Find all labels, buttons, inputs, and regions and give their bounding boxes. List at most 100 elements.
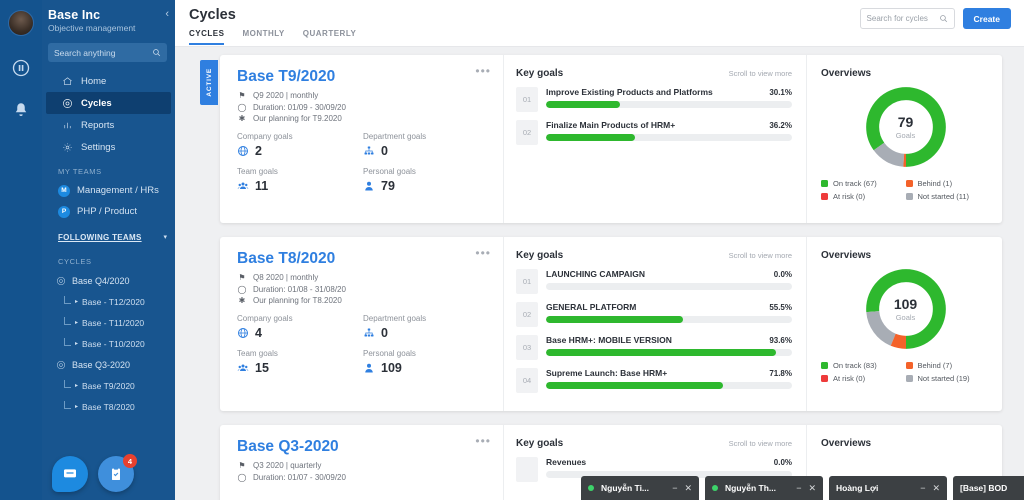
chat-tab[interactable]: Nguyễn Ti... − ✕ [581, 476, 699, 500]
scroll-hint: Scroll to view more [729, 69, 792, 78]
org-chart-icon [363, 145, 375, 157]
key-goal-row[interactable]: 02 Finalize Main Products of HRM+ 36.2% [516, 120, 792, 145]
key-goal-index: 01 [516, 269, 538, 294]
cycle-meta-note: ✱ Our planning for T9.2020 [237, 114, 489, 123]
cycle-card[interactable]: ACTIVE ••• Base T9/2020 ⚑ Q9 2020 | mont… [220, 55, 1002, 223]
donut-unit: Goals [896, 313, 916, 322]
key-goal-progress [546, 101, 792, 108]
triangle-right-icon: ▸ [75, 382, 78, 389]
main-content: Cycles CYCLES MONTHLY QUARTERLY Search f… [175, 0, 1024, 500]
key-goal-progress-fill [546, 101, 620, 108]
key-goal-row[interactable]: 04 Supreme Launch: Base HRM+ 71.8% [516, 368, 792, 393]
chat-fab[interactable] [52, 456, 88, 492]
following-teams-toggle[interactable]: FOLLOWING TEAMS ▾ [42, 226, 175, 248]
close-icon[interactable]: ✕ [808, 484, 816, 493]
cycle-child-t11[interactable]: ▸ Base - T11/2020 [42, 312, 175, 333]
cycle-child-label: Base T9/2020 [82, 381, 135, 391]
department-goals-cell: Department goals 0 [363, 314, 489, 340]
globe-icon [237, 327, 249, 339]
sidebar-item-cycles[interactable]: Cycles [46, 92, 171, 114]
team-goals-cell: Team goals 11 [237, 167, 363, 193]
create-button[interactable]: Create [963, 8, 1011, 29]
triangle-right-icon: ▸ [75, 319, 78, 326]
key-goal-name: Base HRM+: MOBILE VERSION [546, 335, 765, 345]
cycle-info: ••• Base T8/2020 ⚑ Q8 2020 | monthly ◯ D… [220, 237, 503, 411]
tab-quarterly[interactable]: QUARTERLY [303, 29, 357, 45]
cycles-icon [56, 276, 66, 286]
tab-monthly[interactable]: MONTHLY [242, 29, 284, 45]
flag-icon: ⚑ [237, 273, 247, 282]
tasks-fab[interactable]: 4 [98, 456, 134, 492]
close-icon[interactable]: ✕ [684, 484, 692, 493]
cycle-meta-duration: ◯ Duration: 01/08 - 31/08/20 [237, 285, 489, 294]
triangle-right-icon: ▸ [75, 340, 78, 347]
sidebar-item-label: Settings [81, 142, 115, 153]
personal-goals-cell: Personal goals 109 [363, 349, 489, 375]
search-anything-input[interactable]: Search anything [48, 43, 167, 62]
chat-tab[interactable]: [Base] BOD − ✕ [953, 476, 1024, 500]
legend-behind: Behind (7) [906, 361, 991, 370]
org-chart-icon [363, 327, 375, 339]
goal-caption: Department goals [363, 314, 489, 323]
team-goals-count: 15 [255, 361, 269, 375]
chat-tab[interactable]: Hoàng Lợi − ✕ [829, 476, 947, 500]
team-item-management-hrs[interactable]: M Management / HRs [42, 180, 175, 201]
sidebar-item-settings[interactable]: Settings [46, 136, 171, 158]
cycles-heading: CYCLES [42, 248, 175, 270]
key-goal-row[interactable]: 01 LAUNCHING CAMPAIGN 0.0% [516, 269, 792, 294]
chat-tab[interactable]: Nguyễn Th... − ✕ [705, 476, 823, 500]
cycle-group-label: Base Q4/2020 [72, 276, 130, 286]
minimize-icon[interactable]: − [796, 484, 801, 493]
key-goal-row[interactable]: 02 GENERAL PLATFORM 55.5% [516, 302, 792, 327]
cycle-group-q3[interactable]: Base Q3-2020 [42, 354, 175, 375]
topbar: Cycles CYCLES MONTHLY QUARTERLY Search f… [175, 0, 1024, 47]
card-more-icon[interactable]: ••• [475, 67, 491, 75]
scroll-hint: Scroll to view more [729, 251, 792, 260]
key-goal-row[interactable]: 01 Improve Existing Products and Platfor… [516, 87, 792, 112]
minimize-icon[interactable]: − [920, 484, 925, 493]
cycle-meta-text: Our planning for T9.2020 [253, 114, 342, 123]
cycle-title[interactable]: Base T8/2020 [237, 250, 489, 268]
legend-not-started: Not started (11) [906, 192, 991, 201]
sidebar-nav: Home Cycles Reports Settings [42, 70, 175, 158]
tree-elbow-icon [64, 338, 71, 346]
cycle-child-t10[interactable]: ▸ Base - T10/2020 [42, 333, 175, 354]
close-icon[interactable]: ✕ [932, 484, 940, 493]
avatar[interactable] [8, 10, 34, 36]
key-goal-progress-fill [546, 382, 723, 389]
collapse-sidebar-icon[interactable]: ‹ [165, 9, 169, 20]
team-avatar: P [58, 206, 70, 218]
sidebar-item-home[interactable]: Home [46, 70, 171, 92]
key-goal-index: 02 [516, 120, 538, 145]
bell-icon[interactable] [7, 96, 35, 124]
tab-bar: CYCLES MONTHLY QUARTERLY [189, 29, 1010, 45]
cycle-title[interactable]: Base Q3-2020 [237, 438, 489, 456]
search-cycles-input[interactable]: Search for cycles [860, 8, 955, 29]
goal-caption: Personal goals [363, 167, 489, 176]
card-more-icon[interactable]: ••• [475, 437, 491, 445]
company-goals-count: 4 [255, 326, 262, 340]
minimize-icon[interactable]: − [672, 484, 677, 493]
key-goals-title: Key goals [516, 68, 729, 79]
cycles-icon [56, 360, 66, 370]
chat-icon [62, 466, 78, 482]
cycle-child-t8[interactable]: ▸ Base T8/2020 [42, 396, 175, 417]
key-goal-row[interactable]: 03 Base HRM+: MOBILE VERSION 93.6% [516, 335, 792, 360]
cycle-group-q4[interactable]: Base Q4/2020 [42, 270, 175, 291]
tab-cycles[interactable]: CYCLES [189, 29, 224, 45]
key-goal-percent: 30.1% [769, 88, 792, 97]
sidebar-item-reports[interactable]: Reports [46, 114, 171, 136]
key-goal-index [516, 457, 538, 482]
cycle-meta-period: ⚑ Q9 2020 | monthly [237, 91, 489, 100]
key-goal-progress [546, 316, 792, 323]
goal-caption: Company goals [237, 132, 363, 141]
cycle-child-t12[interactable]: ▸ Base - T12/2020 [42, 291, 175, 312]
clock-icon: ◯ [237, 473, 247, 482]
cycle-title[interactable]: Base T9/2020 [237, 68, 489, 86]
clock-icon: ◯ [237, 103, 247, 112]
dashboard-icon[interactable] [7, 54, 35, 82]
card-more-icon[interactable]: ••• [475, 249, 491, 257]
cycle-child-t9[interactable]: ▸ Base T9/2020 [42, 375, 175, 396]
cycle-card[interactable]: ••• Base T8/2020 ⚑ Q8 2020 | monthly ◯ D… [220, 237, 1002, 411]
team-item-php-product[interactable]: P PHP / Product [42, 201, 175, 222]
